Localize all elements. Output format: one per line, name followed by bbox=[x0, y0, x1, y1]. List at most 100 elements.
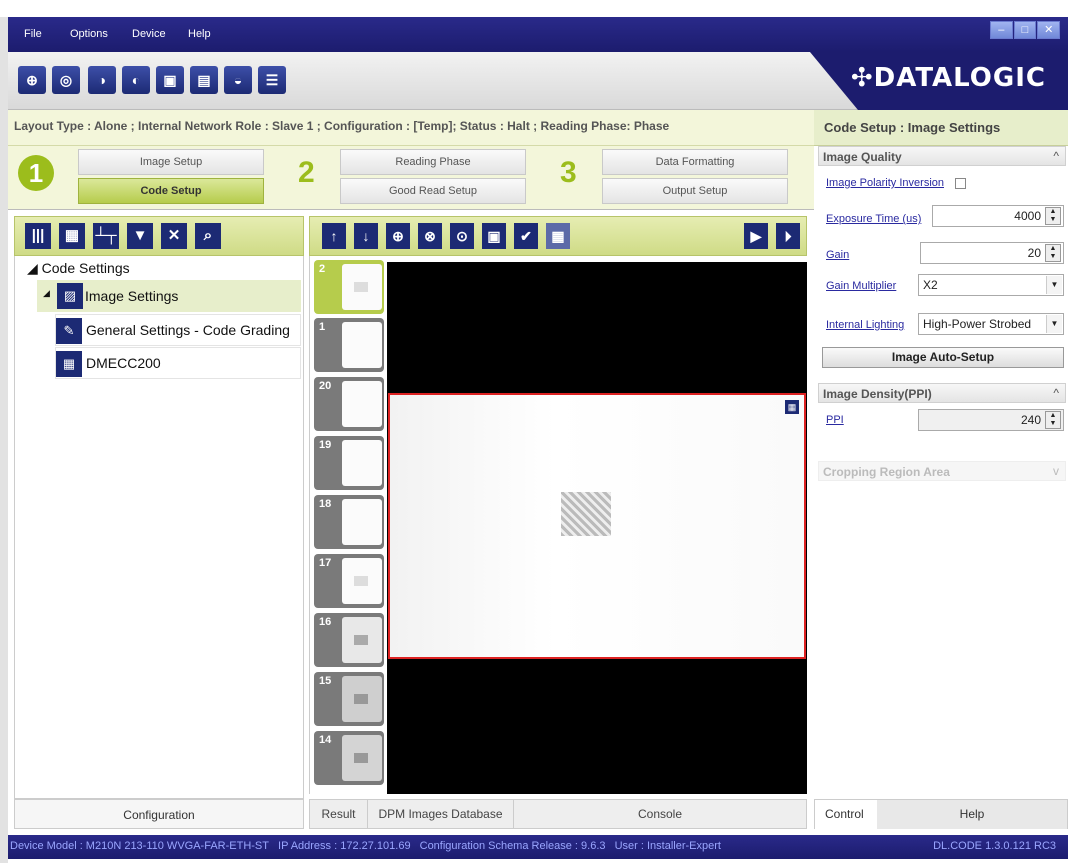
maximize-icon[interactable]: □ bbox=[1013, 21, 1037, 39]
thumbnail[interactable]: 16 bbox=[314, 613, 384, 667]
thumbnail[interactable]: 19 bbox=[314, 436, 384, 490]
gain-input[interactable]: 20 ▲ ▼ bbox=[920, 242, 1064, 264]
thumbnail[interactable]: 14 bbox=[314, 731, 384, 785]
send-icon[interactable]: ▣ bbox=[156, 66, 184, 94]
tree-image-settings-row[interactable]: ◢ ▨ Image Settings bbox=[37, 280, 301, 312]
chevron-down-icon[interactable]: ▼ bbox=[1046, 276, 1062, 294]
configuration-tab[interactable]: Configuration bbox=[14, 799, 304, 829]
close-icon[interactable]: ✕ bbox=[1037, 21, 1061, 39]
ppi-label[interactable]: PPI bbox=[826, 414, 844, 426]
zoom-fit-icon[interactable]: ⊙ bbox=[450, 223, 474, 249]
tab-console[interactable]: Console bbox=[514, 800, 806, 828]
gain-multiplier-label[interactable]: Gain Multiplier bbox=[826, 280, 896, 292]
internal-lighting-label[interactable]: Internal Lighting bbox=[826, 319, 904, 331]
open-config-icon[interactable]: ◑ bbox=[88, 66, 116, 94]
menu-options[interactable]: Options bbox=[70, 28, 108, 40]
menu-file[interactable]: File bbox=[24, 28, 42, 40]
device-settings-icon[interactable]: ☰ bbox=[258, 66, 286, 94]
tree-dmecc-row[interactable]: ▦ DMECC200 bbox=[55, 347, 301, 379]
gain-multiplier-select[interactable]: X2 ▼ bbox=[918, 274, 1064, 296]
barcode-1d-icon[interactable]: ||| bbox=[25, 223, 51, 249]
receive-icon[interactable]: ▤ bbox=[190, 66, 218, 94]
image-density-label: Image Density(PPI) bbox=[823, 387, 932, 401]
good-read-setup-button[interactable]: Good Read Setup bbox=[340, 178, 526, 204]
zoom-in-icon[interactable]: ⊕ bbox=[386, 223, 410, 249]
minimize-icon[interactable]: – bbox=[990, 21, 1013, 39]
data-formatting-button[interactable]: Data Formatting bbox=[602, 149, 788, 175]
exposure-input[interactable]: 4000 ▲ ▼ bbox=[932, 205, 1064, 227]
tree-code-settings[interactable]: ◢ Code Settings bbox=[27, 260, 130, 277]
image-quality-section[interactable]: Image Quality ^ bbox=[818, 146, 1066, 166]
thumbnail-image bbox=[342, 381, 382, 427]
connect-icon[interactable]: ⊕ bbox=[18, 66, 46, 94]
tree-general-settings-row[interactable]: ✎ General Settings - Code Grading bbox=[55, 314, 301, 346]
layout-status-line: Layout Type : Alone ; Internal Network R… bbox=[8, 110, 814, 146]
delete-icon[interactable]: ✕ bbox=[161, 223, 187, 249]
save-image-icon[interactable]: ▣ bbox=[482, 223, 506, 249]
exposure-label[interactable]: Exposure Time (us) bbox=[826, 213, 921, 225]
menu-device[interactable]: Device bbox=[132, 28, 166, 40]
tab-result[interactable]: Result bbox=[310, 800, 368, 828]
image-density-section[interactable]: Image Density(PPI) ^ bbox=[818, 383, 1066, 403]
tree-expand-icon[interactable]: ◢ bbox=[43, 288, 50, 299]
thumbnail[interactable]: 15 bbox=[314, 672, 384, 726]
gain-multiplier-value: X2 bbox=[923, 278, 938, 292]
zoom-reset-icon[interactable]: ⊗ bbox=[418, 223, 442, 249]
spin-arrows-icon[interactable]: ▲ ▼ bbox=[1045, 207, 1061, 225]
save-config-icon[interactable]: ◐ bbox=[122, 66, 150, 94]
autolearn-icon[interactable]: ⌕ bbox=[195, 223, 221, 249]
grid-icon[interactable]: ▦ bbox=[546, 223, 570, 249]
setup-steps-panel: 1 Image Setup Code Setup 2 Reading Phase… bbox=[8, 146, 814, 210]
play-icon[interactable]: ▶ bbox=[744, 223, 768, 249]
code-setup-button[interactable]: Code Setup bbox=[78, 178, 264, 204]
thumbnail[interactable]: 1 bbox=[314, 318, 384, 372]
gain-label[interactable]: Gain bbox=[826, 249, 849, 261]
image-setup-button[interactable]: Image Setup bbox=[78, 149, 264, 175]
postal-code-icon[interactable]: ┴┬ bbox=[93, 223, 119, 249]
main-toolbar: ⊕ ◎ ◑ ◐ ▣ ▤ ◒ ☰ ✣DATALOGIC bbox=[8, 52, 1068, 110]
cropping-region-section[interactable]: Cropping Region Area v bbox=[818, 461, 1066, 481]
step-3-badge: 3 bbox=[560, 156, 577, 189]
window-left-edge bbox=[0, 17, 8, 863]
thumbnail-image bbox=[342, 499, 382, 545]
output-setup-button[interactable]: Output Setup bbox=[602, 178, 788, 204]
tab-dpm-images-database[interactable]: DPM Images Database bbox=[368, 800, 514, 828]
internal-lighting-select[interactable]: High-Power Strobed ▼ bbox=[918, 313, 1064, 335]
spin-arrows-icon[interactable]: ▲ ▼ bbox=[1045, 411, 1061, 429]
device-save-icon[interactable]: ◒ bbox=[224, 66, 252, 94]
expand-icon[interactable]: v bbox=[1053, 464, 1059, 478]
tree-general-settings-label: General Settings - Code Grading bbox=[86, 322, 290, 338]
filter-icon[interactable]: ▼ bbox=[127, 223, 153, 249]
polarity-checkbox[interactable] bbox=[955, 178, 966, 189]
thumbnail-image bbox=[342, 617, 382, 663]
thumbnail-number: 15 bbox=[319, 675, 332, 687]
polarity-label[interactable]: Image Polarity Inversion bbox=[826, 177, 944, 189]
spin-arrows-icon[interactable]: ▲ ▼ bbox=[1045, 244, 1061, 262]
thumbnail-image bbox=[342, 558, 382, 604]
tab-control[interactable]: Control bbox=[815, 800, 877, 829]
step-forward-icon[interactable]: ⏵ bbox=[776, 223, 800, 249]
menu-help[interactable]: Help bbox=[188, 28, 211, 40]
thumbnail[interactable]: 17 bbox=[314, 554, 384, 608]
image-auto-setup-button[interactable]: Image Auto-Setup bbox=[822, 347, 1064, 368]
ppi-input[interactable]: 240 ▲ ▼ bbox=[918, 409, 1064, 431]
collapse-icon[interactable]: ^ bbox=[1053, 149, 1059, 163]
collapse-icon[interactable]: ^ bbox=[1053, 386, 1059, 400]
thumbnail[interactable]: 20 bbox=[314, 377, 384, 431]
datamatrix-code-image bbox=[561, 492, 611, 536]
datamatrix-icon[interactable]: ▦ bbox=[59, 223, 85, 249]
check-icon[interactable]: ✔ bbox=[514, 223, 538, 249]
thumbnail-number: 17 bbox=[319, 557, 332, 569]
thumbnail[interactable]: 18 bbox=[314, 495, 384, 549]
chevron-down-icon[interactable]: ▼ bbox=[1046, 315, 1062, 333]
camera-icon[interactable]: ◎ bbox=[52, 66, 80, 94]
app-version: DL.CODE 1.3.0.121 RC3 bbox=[933, 840, 1056, 852]
arrow-up-icon[interactable]: ↑ bbox=[322, 223, 346, 249]
thumbnail-code-mark bbox=[354, 282, 368, 292]
thumbnail[interactable]: 2 bbox=[314, 260, 384, 314]
tab-help[interactable]: Help bbox=[877, 800, 1067, 829]
right-panel-title: Code Setup : Image Settings bbox=[814, 110, 1068, 146]
arrow-down-icon[interactable]: ↓ bbox=[354, 223, 378, 249]
tree-code-settings-label: Code Settings bbox=[41, 260, 130, 276]
reading-phase-button[interactable]: Reading Phase bbox=[340, 149, 526, 175]
